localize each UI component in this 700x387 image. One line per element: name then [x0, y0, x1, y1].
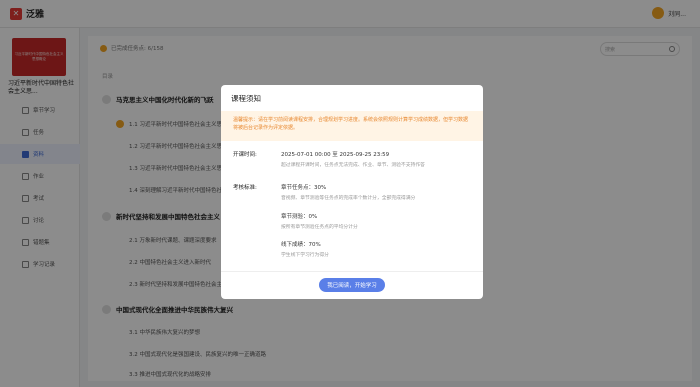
criterion-description: 按所有章节测验任务点的平均分计分 [281, 225, 358, 230]
start-learning-button[interactable]: 我已阅读，开始学习 [319, 278, 385, 292]
schedule-label: 开课时间: [233, 152, 257, 158]
dialog-title: 课程须知 [231, 94, 261, 103]
divider [221, 271, 483, 272]
schedule-description: 超过课程开课时间，任务点无法完成、作业、章节、测验不支持作答 [281, 163, 425, 168]
schedule-value: 2025-07-01 00:00 至 2025-09-25 23:59 [281, 152, 390, 158]
course-notice-dialog: 课程须知 温馨提示：请在学习前阅读课程安排，合理规划学习进度。系统会依照规则计算… [221, 85, 483, 299]
criterion-value: 线下成绩：70% [281, 242, 321, 248]
criterion-description: 音视频、章节测验等任务点的完成率个数计分，全部完成得满分 [281, 196, 416, 201]
assessment-label: 考核标准: [233, 185, 257, 191]
warning-notice: 温馨提示：请在学习前阅读课程安排，合理规划学习进度。系统会依照规则计算学习成绩数… [221, 111, 483, 141]
criterion-value: 章节测验：0% [281, 214, 318, 220]
criterion-description: 学生线下学习行为得分 [281, 253, 329, 258]
criterion-value: 章节任务点：30% [281, 185, 327, 191]
